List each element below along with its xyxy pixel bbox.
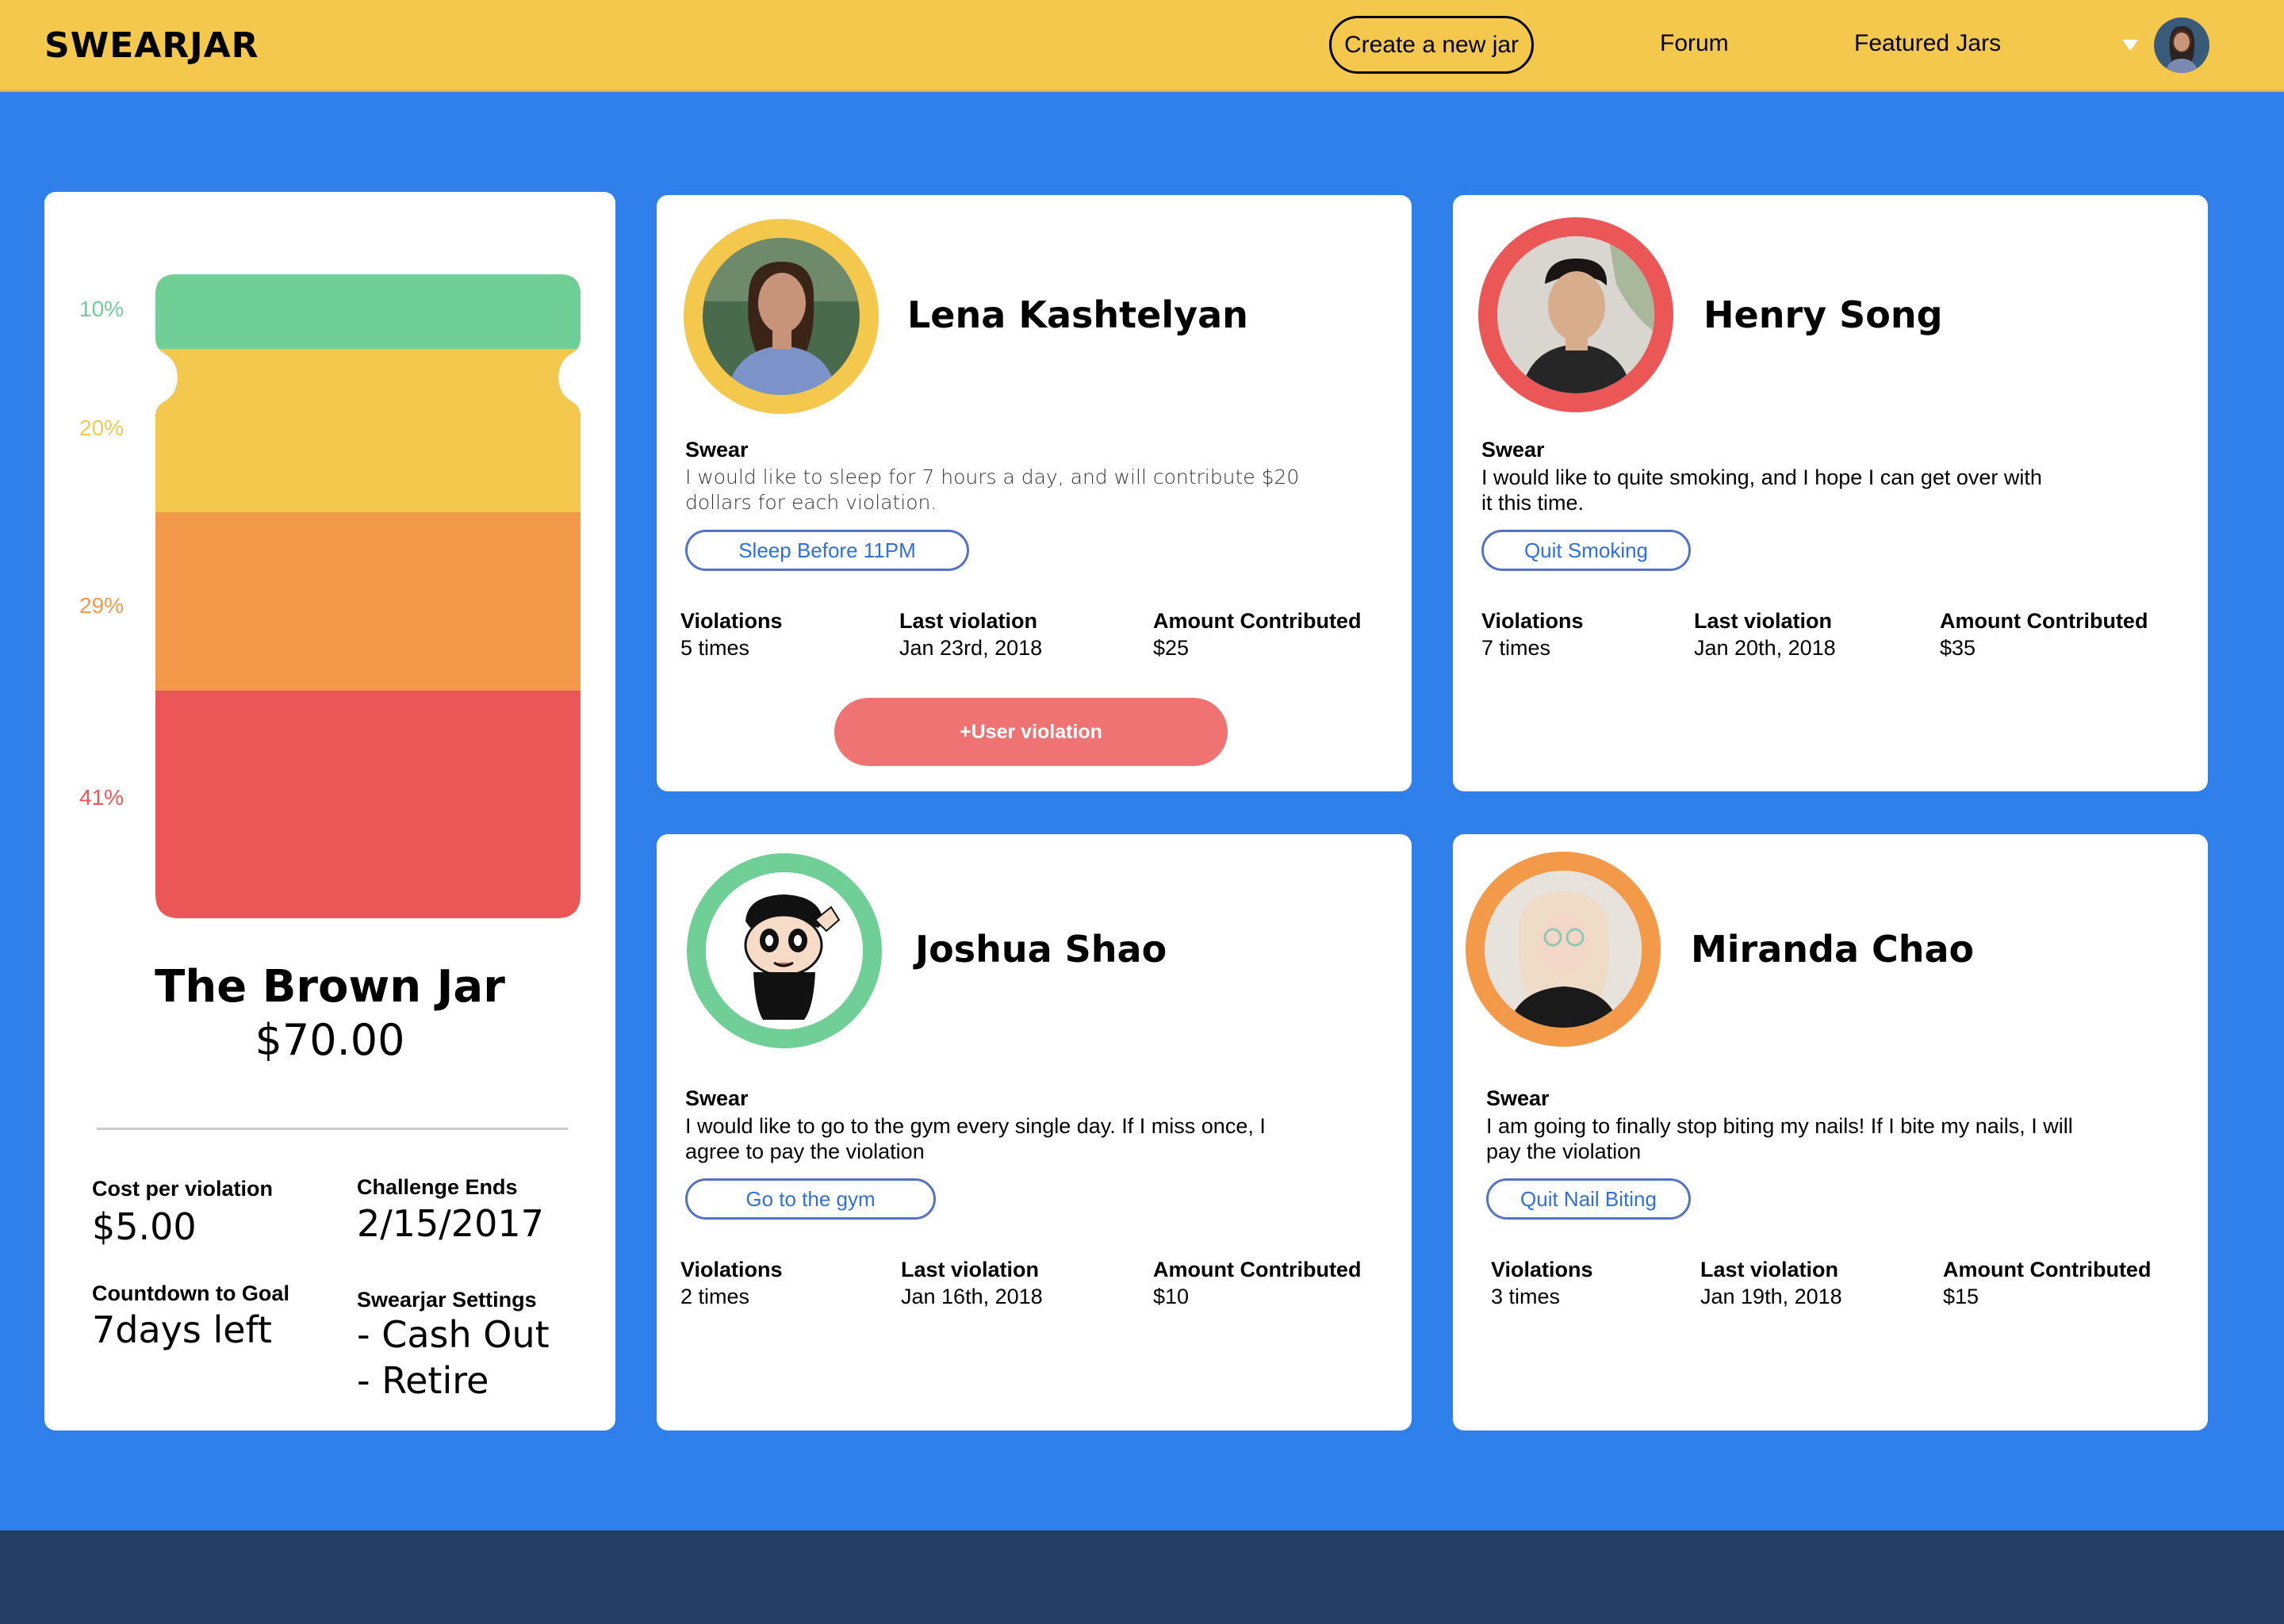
- challenge-value: 2/15/2017: [357, 1202, 544, 1245]
- avatar[interactable]: [1485, 871, 1642, 1028]
- swear-line: I am going to finally stop biting my nai…: [1486, 1114, 2073, 1138]
- jar-graphic: [155, 274, 581, 918]
- swear-line: I would like to go to the gym every sing…: [685, 1114, 1266, 1138]
- member-card: Henry Song Swear I would like to quite s…: [1453, 195, 2208, 791]
- swear-line: it this time.: [1481, 491, 1585, 515]
- avatar-ring: [1466, 852, 1661, 1047]
- member-name: Henry Song: [1703, 293, 1943, 336]
- swear-text: I am going to finally stop biting my nai…: [1486, 1113, 2184, 1164]
- avatar-ring: [684, 219, 879, 414]
- cash-out-link[interactable]: - Cash Out: [357, 1313, 550, 1356]
- goal-tag-button[interactable]: Sleep Before 11PM: [685, 530, 969, 571]
- amount-label: Amount Contributed: [1943, 1258, 2152, 1281]
- member-name: Lena Kashtelyan: [907, 293, 1248, 336]
- avatar-ring: [1478, 217, 1673, 412]
- jar-amount: $70.00: [255, 1015, 405, 1065]
- goal-tag-button[interactable]: Quit Smoking: [1481, 530, 1691, 571]
- swear-line: I would like to quite smoking, and I hop…: [1481, 465, 2042, 489]
- top-header: SWEARJAR Create a new jar Forum Featured…: [0, 0, 2284, 92]
- swear-label: Swear: [685, 1086, 749, 1110]
- member-name: Miranda Chao: [1691, 928, 1975, 971]
- swear-text: I would like to quite smoking, and I hop…: [1481, 465, 2179, 515]
- avatar[interactable]: [703, 238, 860, 395]
- last-violation-value: Jan 19th, 2018: [1700, 1285, 1842, 1308]
- add-violation-button[interactable]: +User violation: [834, 698, 1228, 766]
- amount-value: $25: [1153, 636, 1190, 660]
- settings-label: Swearjar Settings: [357, 1288, 537, 1312]
- violations-label: Violations: [680, 1258, 783, 1281]
- amount-label: Amount Contributed: [1153, 1258, 1362, 1281]
- avatar[interactable]: [1497, 236, 1654, 393]
- swear-label: Swear: [685, 438, 749, 462]
- violations-label: Violations: [680, 609, 783, 633]
- last-violation-label: Last violation: [1700, 1258, 1839, 1281]
- percent-label-orange: 29%: [79, 593, 125, 618]
- violations-value: 7 times: [1481, 636, 1551, 660]
- cost-value: $5.00: [92, 1205, 197, 1248]
- nav-forum-link[interactable]: Forum: [1660, 30, 1729, 57]
- swear-line: agree to pay the violation: [685, 1139, 925, 1163]
- member-card: Miranda Chao Swear I am going to finally…: [1453, 834, 2208, 1431]
- footer: [0, 1530, 2284, 1624]
- app-logo[interactable]: SWEARJAR: [44, 25, 259, 66]
- amount-label: Amount Contributed: [1940, 609, 2148, 633]
- countdown-value: 7days left: [92, 1308, 272, 1351]
- swear-line: I would like to sleep for 7 hours a day,…: [685, 465, 1300, 488]
- amount-value: $10: [1153, 1285, 1190, 1308]
- last-violation-value: Jan 20th, 2018: [1694, 636, 1836, 660]
- last-violation-value: Jan 23rd, 2018: [899, 636, 1043, 660]
- avatar[interactable]: [706, 872, 863, 1029]
- nav-featured-jars-link[interactable]: Featured Jars: [1854, 30, 2001, 57]
- violations-label: Violations: [1491, 1258, 1593, 1281]
- challenge-label: Challenge Ends: [357, 1175, 518, 1199]
- member-name: Joshua Shao: [915, 928, 1167, 971]
- member-card: Lena Kashtelyan Swear I would like to sl…: [657, 195, 1412, 791]
- percent-label-green: 10%: [79, 297, 125, 321]
- goal-tag-button[interactable]: Go to the gym: [685, 1178, 936, 1220]
- jar-summary-card: 10% 20% 29% 41% The Brown Jar $70.00 Cos…: [44, 192, 615, 1431]
- swear-line: dollars for each violation.: [685, 491, 937, 514]
- avatar-ring: [687, 853, 882, 1048]
- percent-label-yellow: 20%: [79, 416, 125, 440]
- swear-label: Swear: [1481, 438, 1545, 462]
- swear-label: Swear: [1486, 1086, 1550, 1110]
- user-avatar[interactable]: [2154, 17, 2209, 73]
- violations-label: Violations: [1481, 609, 1584, 633]
- swear-text: I would like to sleep for 7 hours a day,…: [685, 465, 1383, 515]
- chevron-down-icon[interactable]: [2122, 40, 2138, 51]
- create-jar-button[interactable]: Create a new jar: [1329, 16, 1534, 74]
- violations-value: 5 times: [680, 636, 750, 660]
- last-violation-label: Last violation: [899, 609, 1038, 633]
- cost-label: Cost per violation: [92, 1177, 274, 1201]
- last-violation-label: Last violation: [901, 1258, 1040, 1281]
- last-violation-label: Last violation: [1694, 609, 1833, 633]
- percent-label-red: 41%: [79, 785, 125, 810]
- last-violation-value: Jan 16th, 2018: [901, 1285, 1043, 1308]
- countdown-label: Countdown to Goal: [92, 1281, 289, 1305]
- jar-name: The Brown Jar: [155, 961, 505, 1013]
- violations-value: 2 times: [680, 1285, 750, 1308]
- retire-link[interactable]: - Retire: [357, 1359, 489, 1402]
- jar-segment-green: [155, 274, 581, 349]
- swear-text: I would like to go to the gym every sing…: [685, 1113, 1383, 1164]
- divider: [97, 1128, 568, 1130]
- amount-label: Amount Contributed: [1153, 609, 1362, 633]
- goal-tag-button[interactable]: Quit Nail Biting: [1486, 1178, 1691, 1220]
- member-card: Joshua Shao Swear I would like to go to …: [657, 834, 1412, 1431]
- swear-line: pay the violation: [1486, 1139, 1642, 1163]
- amount-value: $15: [1943, 1285, 1979, 1308]
- violations-value: 3 times: [1491, 1285, 1561, 1308]
- amount-value: $35: [1940, 636, 1976, 660]
